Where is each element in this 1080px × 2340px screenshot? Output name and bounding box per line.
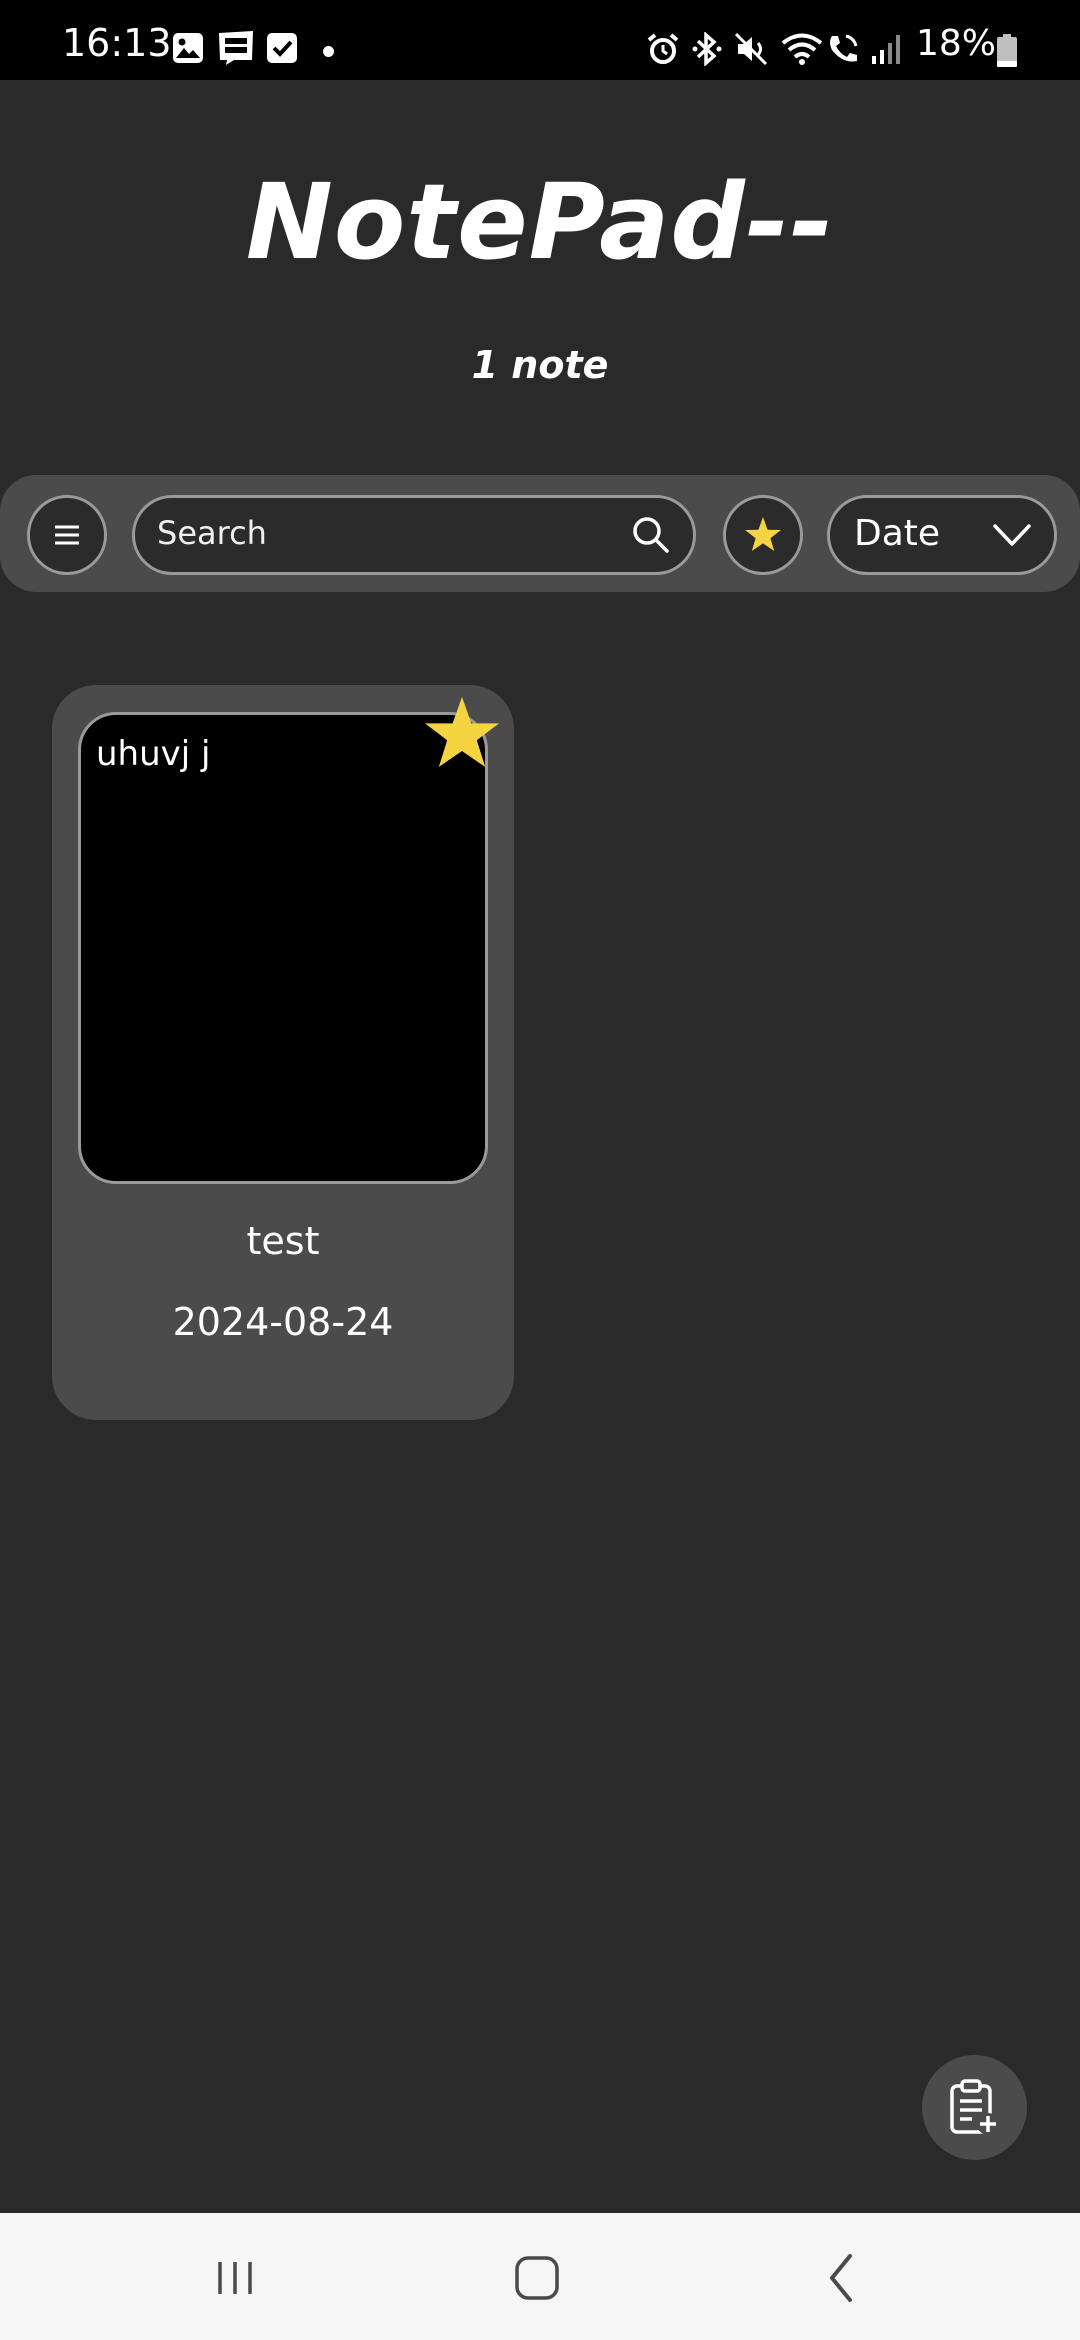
toolbar: Search Date — [0, 475, 1080, 592]
menu-button[interactable] — [27, 495, 107, 575]
search-placeholder: Search — [157, 514, 267, 552]
home-icon[interactable] — [502, 2248, 572, 2308]
favorites-filter-button[interactable] — [723, 495, 803, 575]
image-icon — [172, 32, 204, 68]
note-preview: uhuvj j — [78, 712, 488, 1184]
battery-percentage: 18% — [916, 23, 997, 64]
search-icon[interactable] — [631, 515, 671, 555]
new-note-button[interactable] — [922, 2055, 1027, 2160]
webtoon-icon — [216, 30, 256, 70]
star-icon — [745, 517, 781, 551]
favorite-star-icon[interactable] — [422, 695, 502, 771]
search-input[interactable]: Search — [132, 495, 696, 575]
note-preview-text: uhuvj j — [96, 734, 211, 774]
battery-icon — [996, 34, 1018, 72]
navigation-bar — [0, 2213, 1080, 2340]
wifi-calling-icon — [826, 32, 862, 70]
sort-dropdown[interactable]: Date — [827, 495, 1057, 575]
sort-value: Date — [854, 513, 941, 554]
checkbox-icon — [266, 32, 298, 68]
clipboard-add-icon — [950, 2079, 999, 2135]
notification-more-dot — [323, 46, 334, 57]
back-icon[interactable] — [806, 2248, 876, 2308]
status-time: 16:13 — [62, 21, 172, 65]
app-title: NotePad-- — [245, 161, 835, 283]
note-count: 1 note — [471, 343, 609, 387]
wifi-icon — [780, 32, 824, 70]
alarm-icon — [646, 32, 680, 70]
screen: 16:13 18% NotePad-- 1 note Search Date u… — [0, 0, 1080, 2340]
note-date: 2024-08-24 — [172, 1300, 394, 1344]
bluetooth-icon — [692, 31, 722, 70]
note-title: test — [246, 1219, 320, 1263]
recent-apps-icon[interactable] — [200, 2248, 270, 2308]
note-card[interactable]: uhuvj j test 2024-08-24 — [52, 685, 514, 1420]
hamburger-menu-icon — [55, 525, 79, 545]
signal-icon — [870, 32, 902, 70]
chevron-down-icon — [993, 524, 1031, 546]
mute-icon — [734, 32, 768, 70]
status-bar: 16:13 18% — [0, 0, 1080, 80]
